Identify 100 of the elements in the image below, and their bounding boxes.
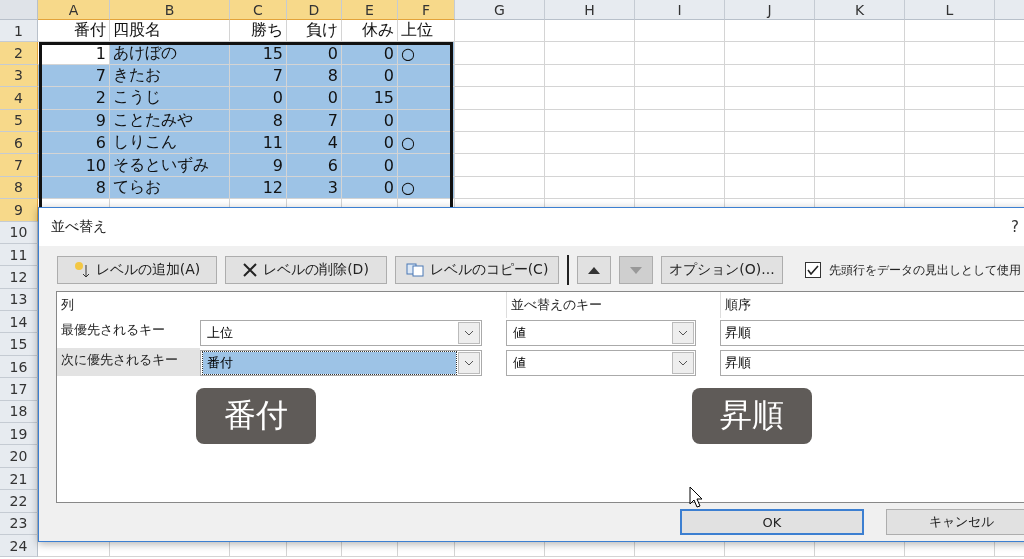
- column-dropdown[interactable]: 番付: [200, 350, 482, 376]
- table-cell: 2: [38, 87, 110, 110]
- row-header[interactable]: 16: [0, 355, 38, 379]
- column-heading: 列: [60, 296, 75, 314]
- row-header[interactable]: 13: [0, 288, 38, 312]
- help-button[interactable]: ?: [1011, 218, 1019, 236]
- row-header[interactable]: 1: [0, 20, 38, 43]
- table-cell: 7: [287, 109, 342, 132]
- row-header[interactable]: 24: [0, 535, 38, 558]
- table-cell: ことたみや: [110, 109, 230, 132]
- table-cell: 15: [342, 87, 398, 110]
- row-header[interactable]: 5: [0, 109, 38, 132]
- chevron-down-icon: [458, 352, 480, 374]
- options-button[interactable]: オプション(O)...: [661, 256, 783, 284]
- chevron-down-icon: [672, 322, 694, 344]
- row-header[interactable]: 23: [0, 512, 38, 535]
- column-header[interactable]: L: [905, 0, 995, 20]
- row-header[interactable]: 20: [0, 445, 38, 468]
- table-cell: 0: [230, 87, 287, 110]
- ok-button[interactable]: OK: [680, 509, 864, 535]
- column-header[interactable]: K: [815, 0, 905, 20]
- column-header[interactable]: F: [398, 0, 455, 20]
- select-all-corner[interactable]: [0, 0, 38, 20]
- row-header[interactable]: 8: [0, 176, 38, 200]
- column-header[interactable]: E: [342, 0, 398, 20]
- table-cell: 0: [342, 131, 398, 155]
- table-cell: 休み: [342, 20, 398, 43]
- row-header[interactable]: 9: [0, 199, 38, 222]
- table-cell: 8: [230, 109, 287, 132]
- column-header[interactable]: D: [287, 0, 342, 20]
- row-header[interactable]: 3: [0, 64, 38, 88]
- table-cell: 上位: [398, 20, 455, 43]
- table-cell: 3: [287, 176, 342, 200]
- column-dropdown[interactable]: 上位: [200, 320, 482, 346]
- level-label[interactable]: 次に優先されるキー: [57, 348, 200, 376]
- chevron-down-icon: [458, 322, 480, 344]
- table-cell: 四股名: [110, 20, 230, 43]
- row-header[interactable]: 14: [0, 311, 38, 334]
- row-header[interactable]: 22: [0, 490, 38, 513]
- order-dropdown[interactable]: 昇順: [720, 350, 1024, 376]
- column-header[interactable]: B: [110, 0, 230, 20]
- table-cell: きたお: [110, 64, 230, 88]
- column-header[interactable]: I: [635, 0, 725, 20]
- row-header[interactable]: 10: [0, 221, 38, 244]
- row-header[interactable]: 17: [0, 378, 38, 401]
- row-header[interactable]: 19: [0, 423, 38, 446]
- table-cell: 4: [287, 131, 342, 155]
- table-cell: 0: [342, 109, 398, 132]
- order-dropdown[interactable]: 昇順: [720, 320, 1024, 346]
- down-triangle-icon: [630, 266, 642, 274]
- table-cell: こうじ: [110, 87, 230, 110]
- table-cell: 番付: [38, 20, 110, 43]
- chevron-down-icon: [672, 352, 694, 374]
- sort-key-dropdown[interactable]: 値: [506, 320, 696, 346]
- row-header[interactable]: 11: [0, 243, 38, 267]
- table-cell: 負け: [287, 20, 342, 43]
- up-triangle-icon: [588, 266, 600, 274]
- table-cell: 12: [230, 176, 287, 200]
- delete-level-button[interactable]: レベルの削除(D): [225, 256, 387, 284]
- table-cell: しりこん: [110, 131, 230, 155]
- table-cell: 9: [230, 154, 287, 177]
- column-header[interactable]: G: [455, 0, 545, 20]
- table-cell: そるといずみ: [110, 154, 230, 177]
- caption-label: 昇順: [692, 388, 812, 444]
- table-cell: 7: [230, 64, 287, 88]
- add-level-icon: [73, 261, 90, 279]
- table-cell: 11: [230, 131, 287, 155]
- column-header[interactable]: J: [725, 0, 815, 20]
- row-header[interactable]: 15: [0, 333, 38, 356]
- move-up-button[interactable]: [577, 256, 611, 284]
- column-header[interactable]: C: [230, 0, 287, 20]
- table-cell: 0: [287, 87, 342, 110]
- sort-key-dropdown[interactable]: 値: [506, 350, 696, 376]
- table-cell: 0: [342, 64, 398, 88]
- row-header[interactable]: 6: [0, 131, 38, 155]
- table-cell: 8: [287, 64, 342, 88]
- table-cell: 0: [342, 154, 398, 177]
- close-icon: [243, 263, 258, 277]
- table-cell: てらお: [110, 176, 230, 200]
- header-checkbox[interactable]: [805, 262, 821, 278]
- copy-icon: [405, 263, 424, 277]
- add-level-button[interactable]: レベルの追加(A): [57, 256, 217, 284]
- table-cell: 0: [342, 176, 398, 200]
- column-heading: 並べ替えのキー: [506, 292, 696, 318]
- caption-label: 番付: [196, 388, 316, 444]
- row-header[interactable]: 18: [0, 400, 38, 424]
- dialog-title: 並べ替え: [51, 218, 107, 236]
- row-header[interactable]: 21: [0, 467, 38, 491]
- column-header[interactable]: H: [545, 0, 635, 20]
- column-header[interactable]: A: [38, 0, 110, 20]
- row-header[interactable]: 12: [0, 266, 38, 289]
- column-heading: 順序: [720, 292, 1024, 318]
- cancel-button[interactable]: キャンセル: [886, 509, 1024, 535]
- row-header[interactable]: 7: [0, 154, 38, 177]
- row-header[interactable]: 2: [0, 42, 38, 65]
- table-cell: 6: [287, 154, 342, 177]
- table-cell: 10: [38, 154, 110, 177]
- table-cell: 勝ち: [230, 20, 287, 43]
- row-header[interactable]: 4: [0, 87, 38, 110]
- copy-level-button[interactable]: レベルのコピー(C): [395, 256, 559, 284]
